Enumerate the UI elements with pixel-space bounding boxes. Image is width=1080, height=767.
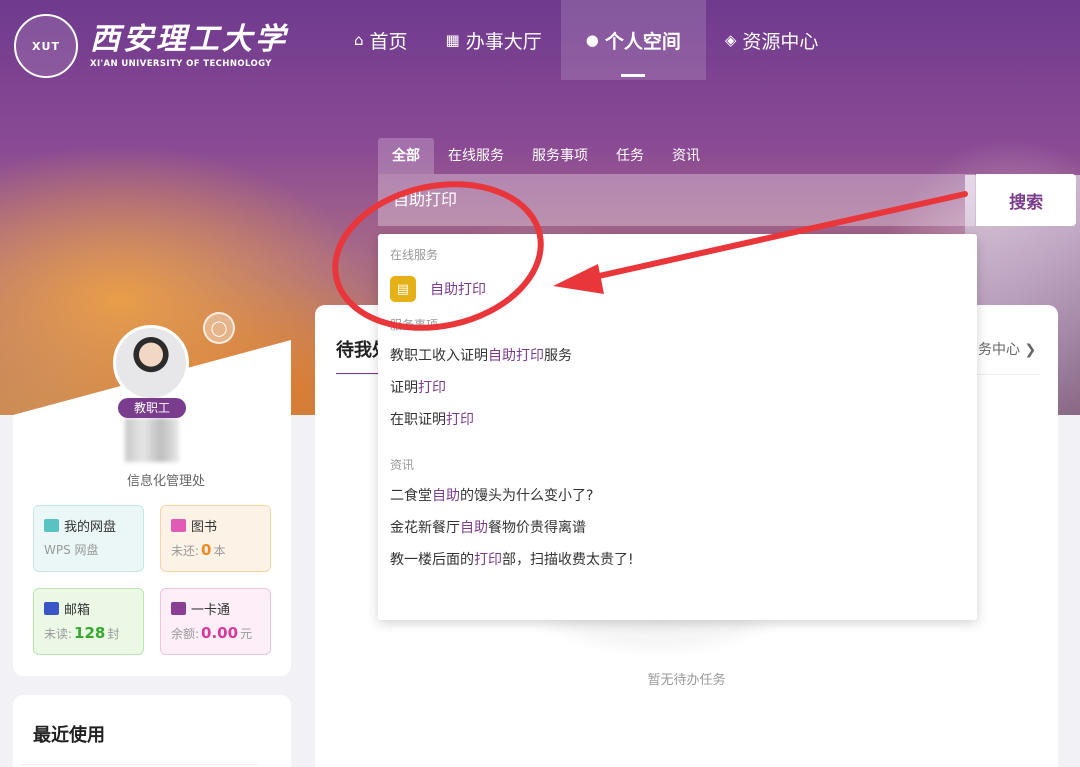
- books-unreturned-count: 0: [201, 541, 212, 559]
- tile-title: 邮箱: [64, 603, 91, 618]
- nav-item-label: 资源中心: [742, 30, 819, 53]
- suggestion-highlight: 自助打印: [488, 348, 544, 364]
- department-label: 信息化管理处: [126, 474, 205, 489]
- empty-state-text: 暂无待办任务: [647, 673, 726, 688]
- recent-use-title: 最近使用: [33, 725, 105, 746]
- settings-icon[interactable]: ◯: [203, 312, 235, 344]
- nav-item-label: 办事大厅: [465, 30, 542, 53]
- role-badge: 教职工: [118, 398, 186, 418]
- user-icon: ●: [585, 31, 599, 49]
- suggestion-item[interactable]: 教职工收入证明自助打印服务: [390, 340, 965, 372]
- suggestion-text: 在职证明: [390, 412, 446, 428]
- suggestion-item[interactable]: 证明打印: [390, 372, 965, 404]
- tile-campus-card[interactable]: 一卡通 余额: 0.00 元: [160, 588, 271, 655]
- tile-title: 一卡通: [191, 603, 231, 618]
- tile-title: 我的网盘: [64, 520, 117, 535]
- card-balance: 0.00: [201, 624, 239, 642]
- blurred-user-name: [125, 418, 179, 462]
- search-suggestion-dropdown: 在线服务 ▤ 自助打印 服务事项 教职工收入证明自助打印服务 证明打印 在职证明…: [378, 234, 977, 620]
- home-icon: ⌂: [354, 31, 364, 49]
- university-logo[interactable]: XUT 西安理工大学 XI'AN UNIVERSITY OF TECHNOLOG…: [14, 14, 288, 78]
- tile-unit: 本: [213, 544, 226, 558]
- mail-icon: [44, 602, 59, 615]
- tile-prefix: 未还:: [171, 544, 200, 558]
- layers-icon: ◈: [724, 31, 737, 49]
- tile-prefix: 未读:: [44, 627, 73, 641]
- nav-item-label: 首页: [369, 30, 408, 53]
- tab-news[interactable]: 资讯: [658, 138, 714, 174]
- folder-icon: [44, 519, 59, 532]
- suggestion-text: 教职工收入证明: [390, 348, 488, 364]
- tab-online-service[interactable]: 在线服务: [434, 138, 518, 174]
- suggestion-item[interactable]: 教一楼后面的打印部，扫描收费太贵了!: [390, 544, 965, 576]
- tile-sub: WPS 网盘: [44, 543, 99, 557]
- university-name-en: XI'AN UNIVERSITY OF TECHNOLOGY: [90, 59, 272, 69]
- printer-icon: ▤: [390, 276, 416, 302]
- suggestion-highlight: 自助: [460, 520, 488, 536]
- suggestion-text: 二食堂: [390, 488, 432, 504]
- university-seal-icon: XUT: [14, 14, 78, 78]
- suggestion-text: 教一楼后面的: [390, 552, 474, 568]
- suggestion-text: 部，扫描收费太贵了!: [502, 552, 634, 568]
- search-button[interactable]: 搜索: [976, 174, 1076, 226]
- tile-mail[interactable]: 邮箱 未读: 128 封: [33, 588, 144, 655]
- suggestion-item[interactable]: 金花新餐厅自助餐物价贵得离谱: [390, 512, 965, 544]
- search-panel: 全部 在线服务 服务事项 任务 资讯 自助打印 搜索: [378, 138, 1076, 226]
- category-service-items: 服务事项: [390, 318, 439, 332]
- avatar[interactable]: [113, 325, 189, 401]
- university-name-cn: 西安理工大学: [90, 22, 288, 57]
- tile-title: 图书: [191, 520, 218, 535]
- tile-unit: 元: [240, 627, 253, 641]
- chevron-right-icon: ❯: [1020, 342, 1037, 358]
- category-news: 资讯: [390, 458, 415, 472]
- suggestion-text: 餐物价贵得离谱: [488, 520, 586, 536]
- tile-unit: 封: [107, 627, 120, 641]
- tile-books[interactable]: 图书 未还: 0 本: [160, 505, 271, 572]
- tile-my-disk[interactable]: 我的网盘 WPS 网盘: [33, 505, 144, 572]
- suggestion-item[interactable]: 在职证明打印: [390, 404, 965, 436]
- tab-tasks[interactable]: 任务: [602, 138, 658, 174]
- main-nav: ⌂ 首页 ▦ 办事大厅 ● 个人空间 ◈ 资源中心: [335, 0, 837, 80]
- nav-item-service-hall[interactable]: ▦ 办事大厅: [427, 0, 561, 80]
- nav-item-label: 个人空间: [604, 30, 681, 53]
- nav-item-resource-center[interactable]: ◈ 资源中心: [706, 0, 838, 80]
- mail-unread-count: 128: [74, 624, 106, 642]
- suggestion-text: 的馒头为什么变小了?: [460, 488, 594, 504]
- recent-use-card: 最近使用: [13, 695, 291, 767]
- search-input[interactable]: 自助打印: [378, 174, 976, 226]
- suggestion-text: 金花新餐厅: [390, 520, 460, 536]
- suggestion-highlight: 打印: [474, 552, 502, 568]
- category-online-service: 在线服务: [390, 248, 439, 262]
- suggestion-highlight: 自助: [432, 488, 460, 504]
- tab-service-items[interactable]: 服务事项: [518, 138, 602, 174]
- tab-all[interactable]: 全部: [378, 138, 434, 174]
- task-center-link[interactable]: 务中心 ❯: [978, 339, 1036, 359]
- suggestion-text: 服务: [544, 348, 572, 364]
- tile-prefix: 余额:: [171, 627, 200, 641]
- suggestion-text: 证明: [390, 380, 418, 396]
- nav-item-personal-space[interactable]: ● 个人空间: [560, 0, 706, 80]
- nav-item-home[interactable]: ⌂ 首页: [335, 0, 427, 80]
- suggestion-highlight: 打印: [418, 380, 446, 396]
- card-icon: [171, 602, 186, 615]
- suggestion-app-self-print[interactable]: ▤ 自助打印: [390, 276, 965, 302]
- book-icon: [171, 519, 186, 532]
- search-tabs: 全部 在线服务 服务事项 任务 资讯: [378, 138, 1076, 174]
- suggestion-item[interactable]: 二食堂自助的馒头为什么变小了?: [390, 480, 965, 512]
- divider: [20, 764, 258, 765]
- suggestion-app-label: 自助打印: [430, 282, 486, 298]
- suggestion-highlight: 打印: [446, 412, 474, 428]
- task-center-label: 务中心: [978, 342, 1020, 358]
- grid-icon: ▦: [445, 31, 460, 49]
